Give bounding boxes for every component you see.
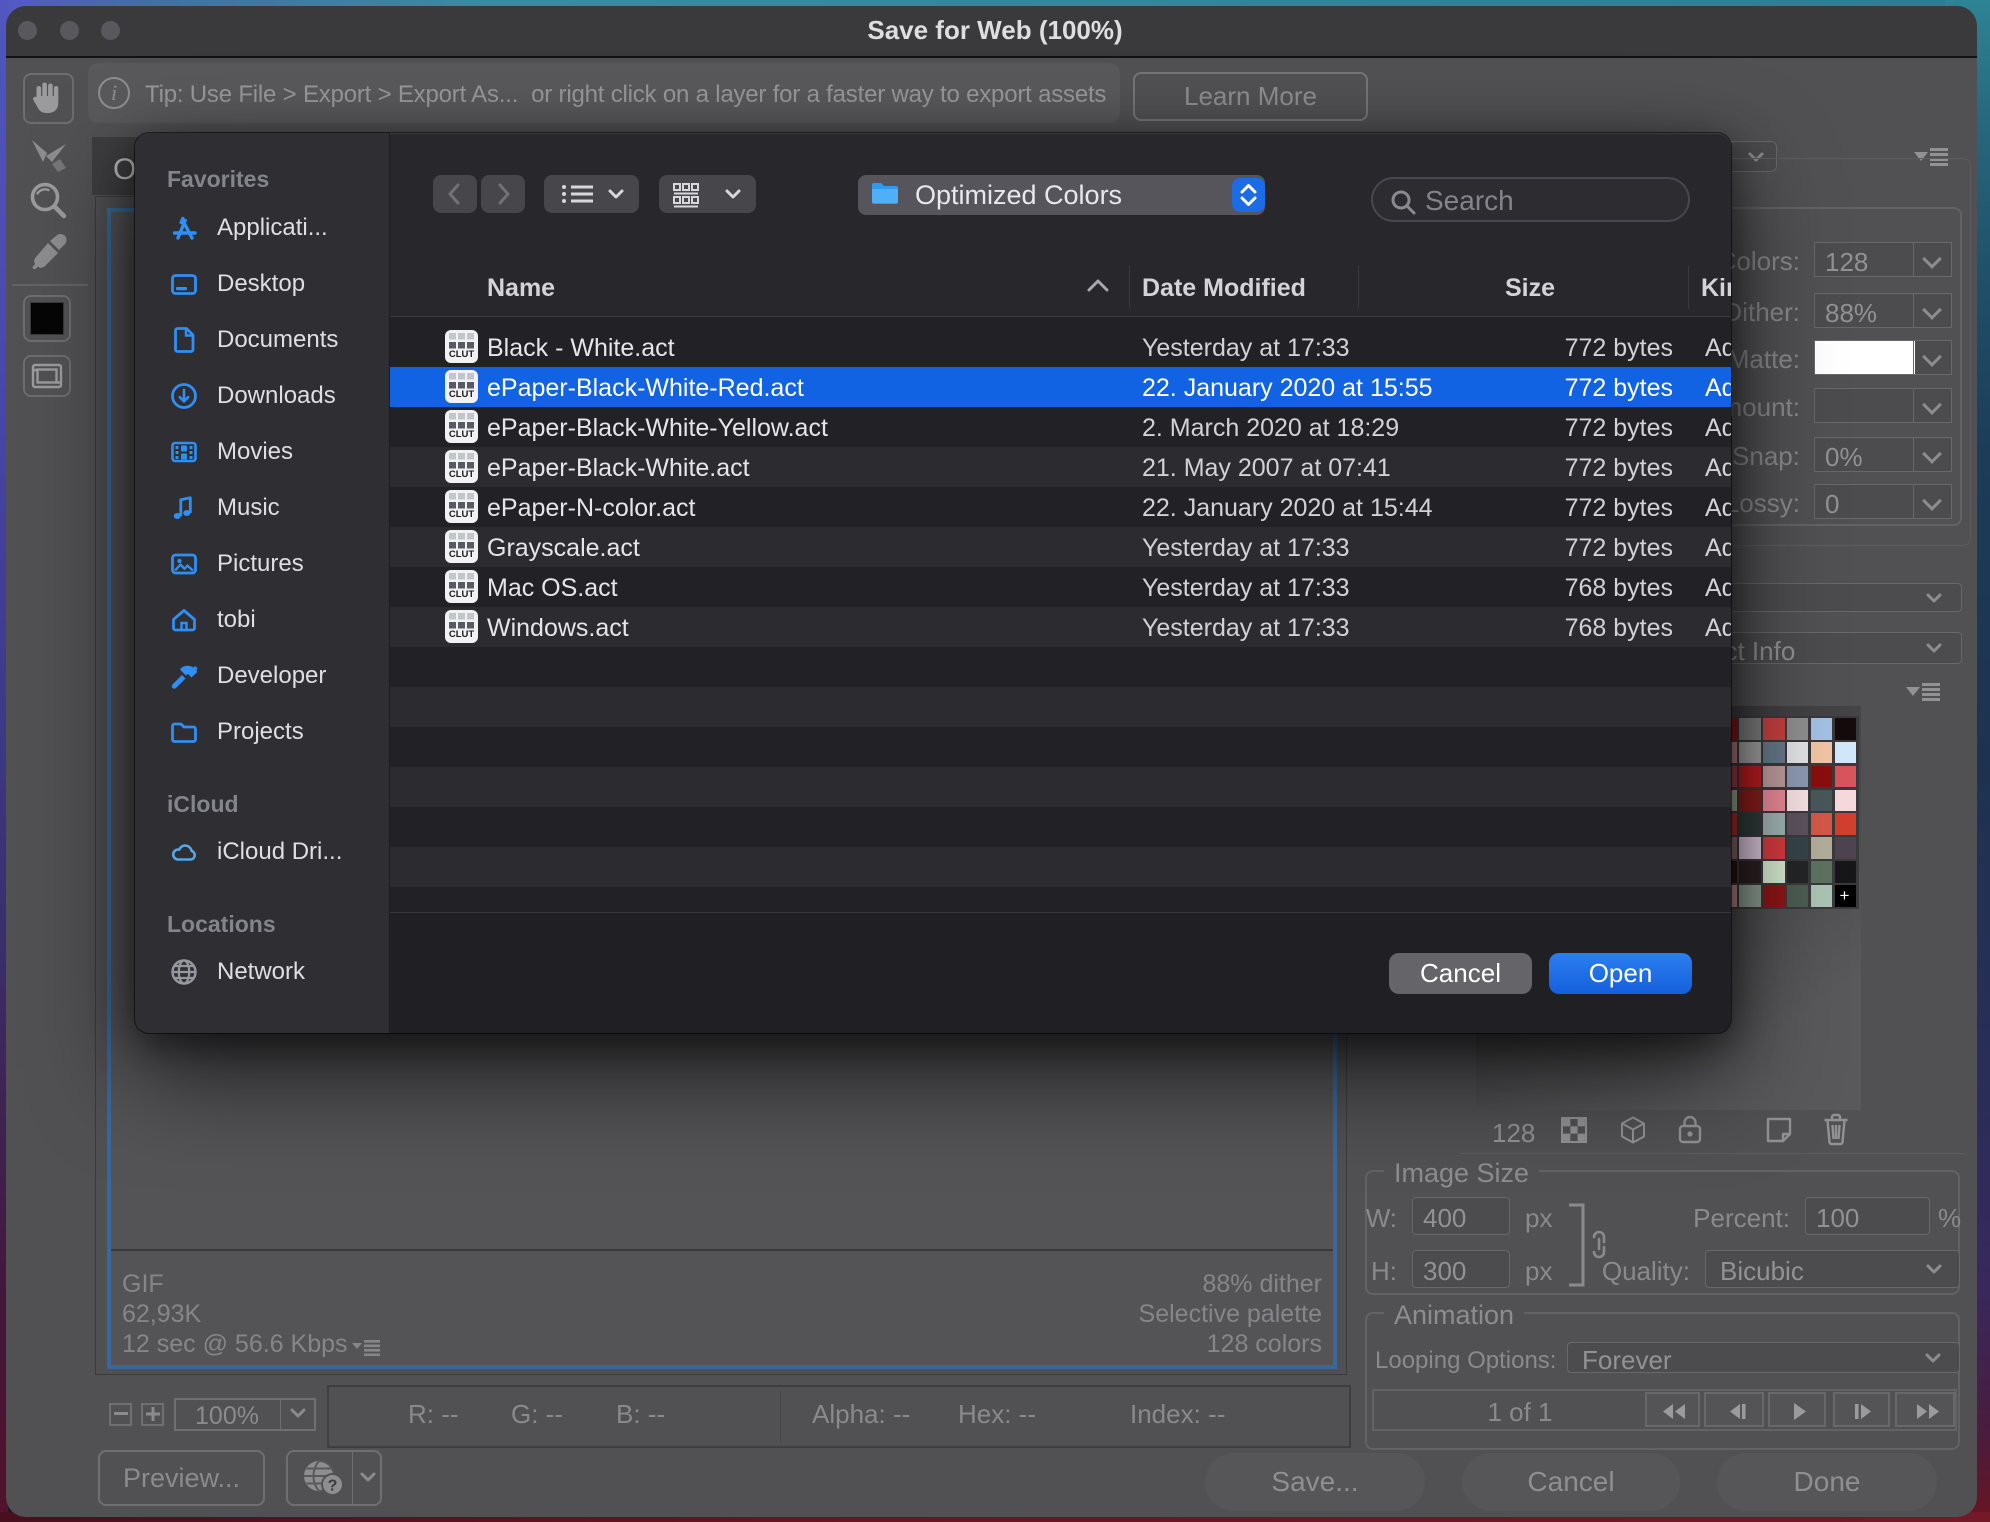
- svg-text:?: ?: [328, 1478, 338, 1495]
